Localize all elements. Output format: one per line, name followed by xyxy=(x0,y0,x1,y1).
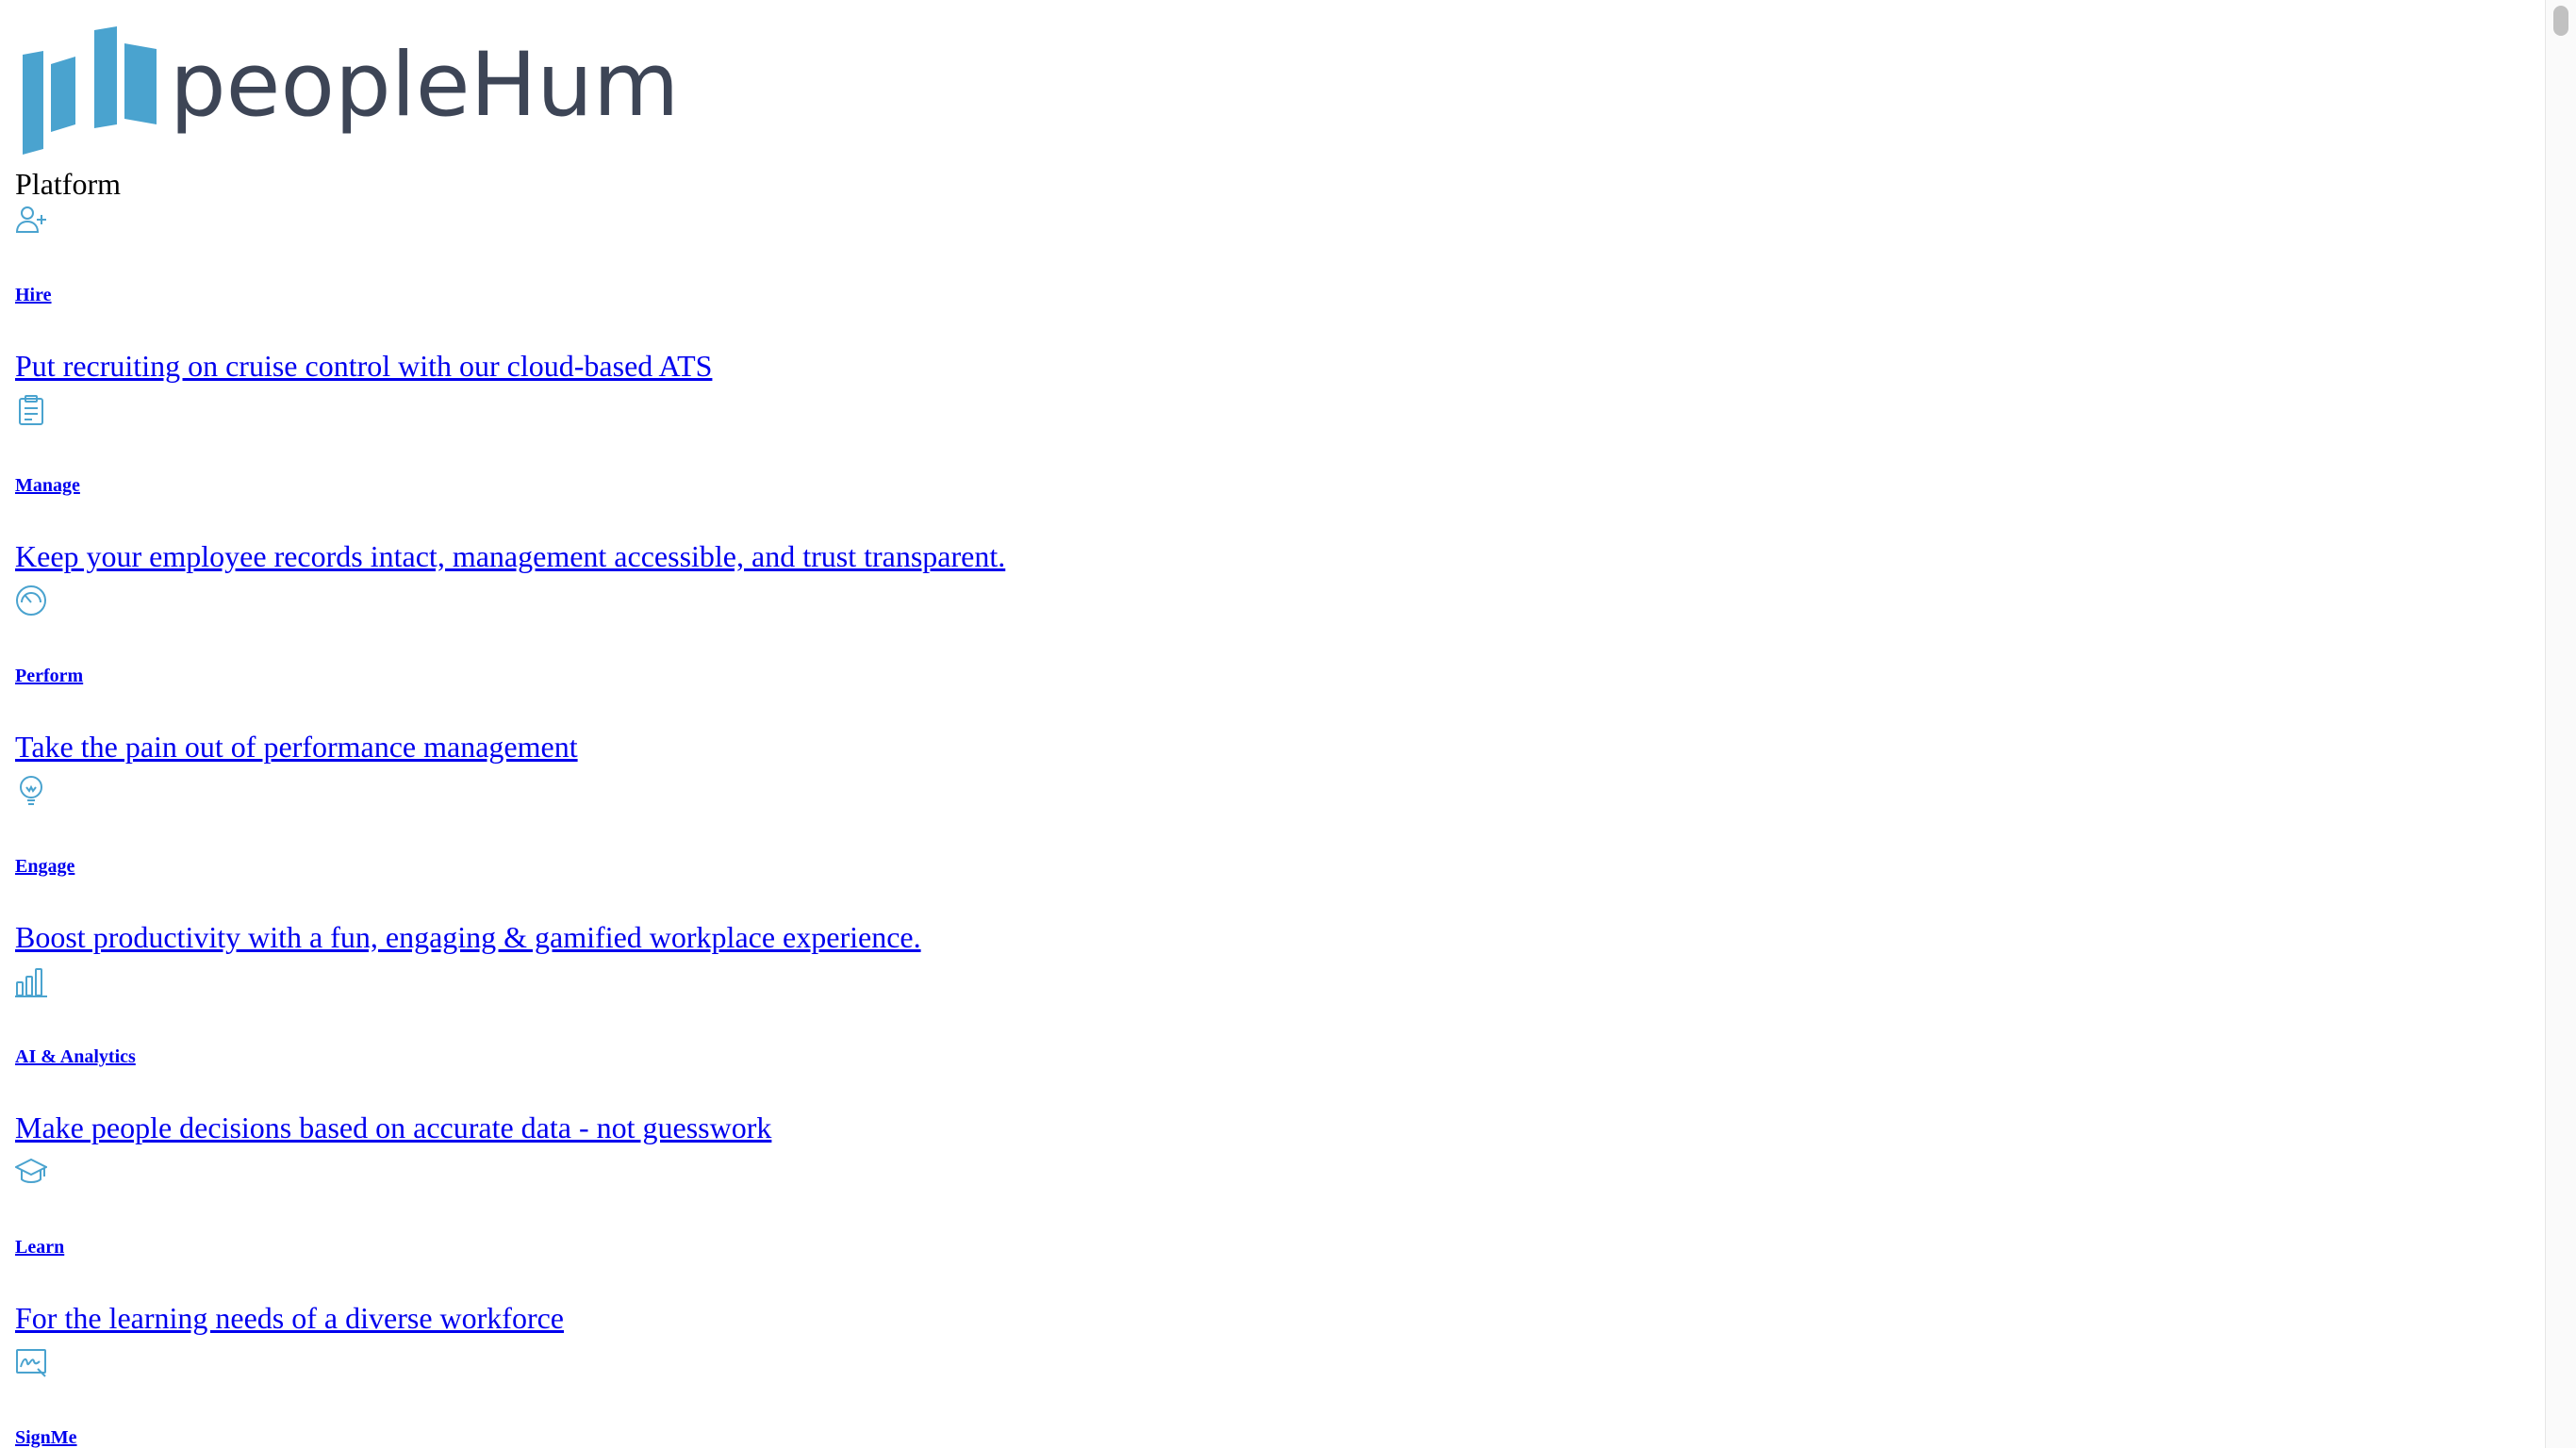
menu-item-description[interactable]: Make people decisions based on accurate … xyxy=(15,1111,771,1145)
menu-item-description[interactable]: Keep your employee records intact, manag… xyxy=(15,539,1005,574)
user-plus-icon xyxy=(15,206,46,233)
vertical-scrollbar[interactable] xyxy=(2545,0,2576,1448)
peoplehum-logo-wordmark: peopleHum xyxy=(170,34,680,137)
menu-item-description[interactable]: Boost productivity with a fun, engaging … xyxy=(15,920,921,955)
clipboard-icon xyxy=(19,395,43,425)
menu-item-title[interactable]: SignMe xyxy=(15,1427,77,1448)
lightbulb-icon xyxy=(20,776,42,805)
bar-chart-icon xyxy=(15,968,47,997)
menu-item-title[interactable]: Hire xyxy=(15,285,52,306)
signature-icon xyxy=(16,1349,46,1377)
peoplehum-logo-mark-icon xyxy=(23,26,157,155)
menu-item-title[interactable]: Manage xyxy=(15,475,80,497)
page: peopleHum Platform Hire Put recruiting o… xyxy=(0,0,2546,1448)
graduation-cap-icon xyxy=(15,1158,47,1183)
gauge-icon xyxy=(16,585,46,616)
menu-item-description[interactable]: Put recruiting on cruise control with ou… xyxy=(15,349,712,384)
menu-item-title[interactable]: Learn xyxy=(15,1237,64,1259)
menu-item-title[interactable]: Perform xyxy=(15,666,83,687)
menu-item-description[interactable]: For the learning needs of a diverse work… xyxy=(15,1301,564,1336)
menu-item-description[interactable]: Take the pain out of performance managem… xyxy=(15,730,578,765)
peoplehum-logo[interactable]: peopleHum xyxy=(23,26,679,155)
scrollbar-thumb[interactable] xyxy=(2553,6,2568,36)
platform-heading: Platform xyxy=(15,167,121,201)
menu-item-title[interactable]: AI & Analytics xyxy=(15,1046,136,1068)
menu-item-title[interactable]: Engage xyxy=(15,856,74,878)
